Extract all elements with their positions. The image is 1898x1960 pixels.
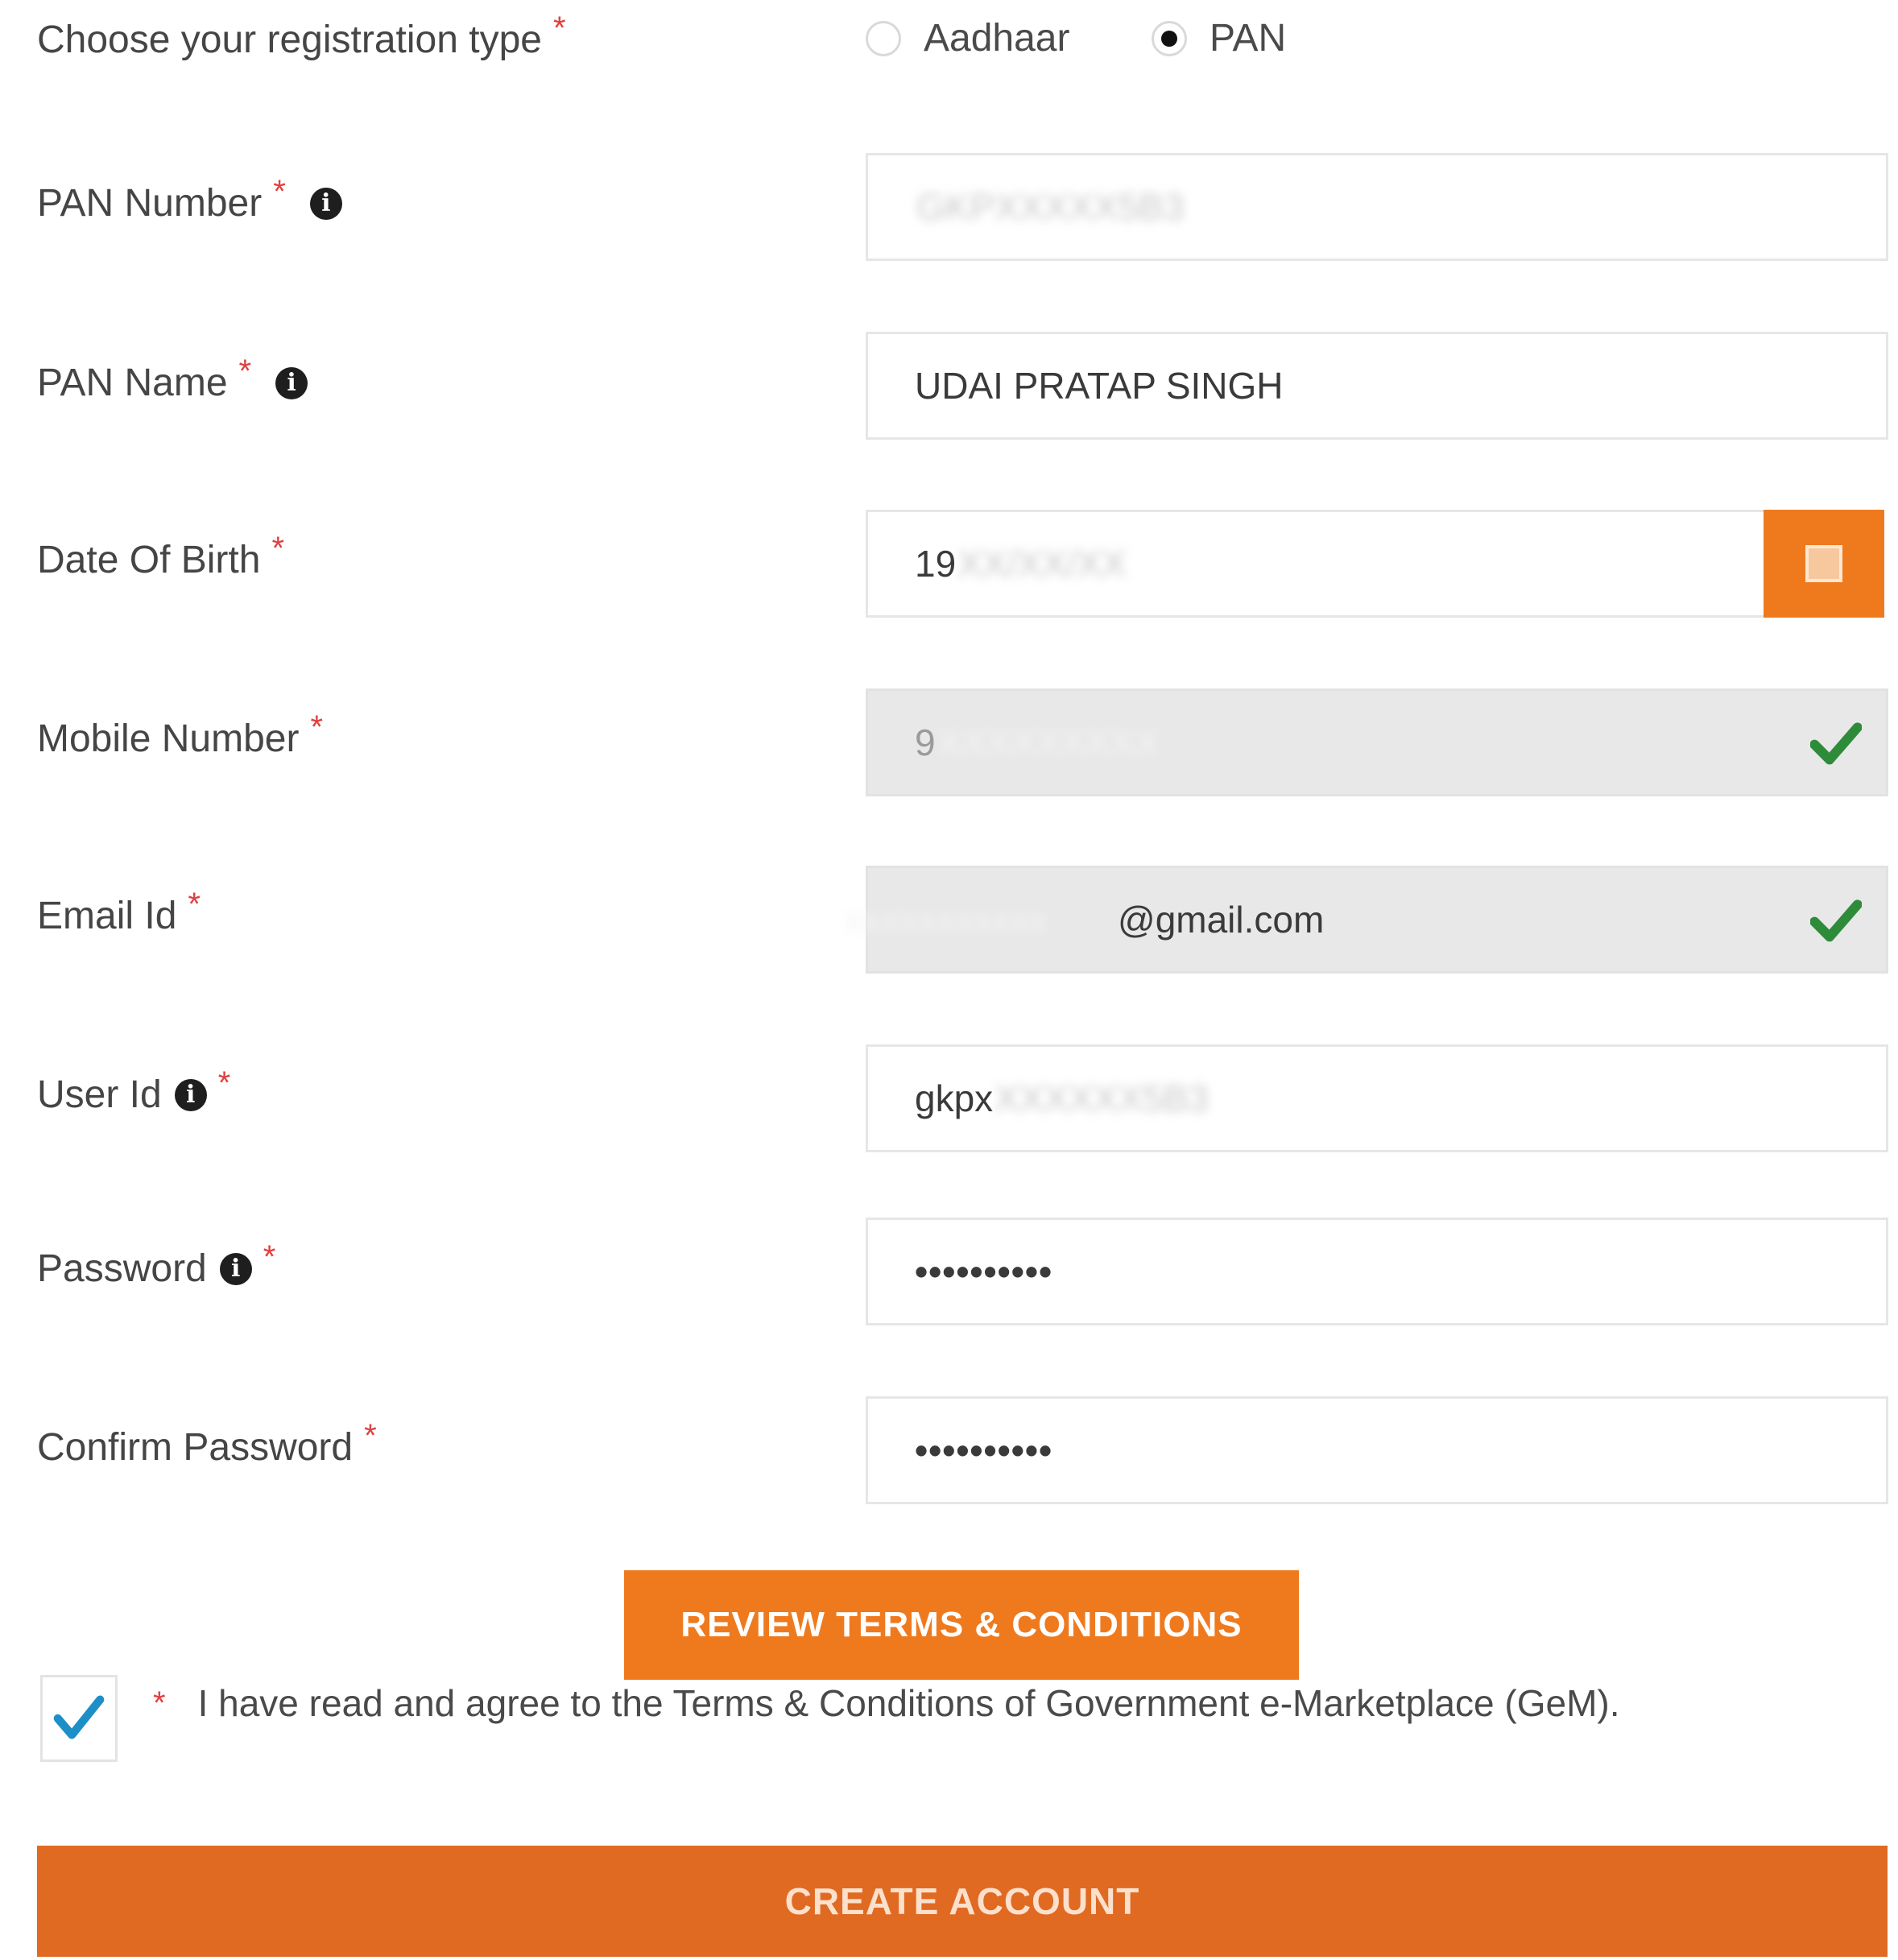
required-mark: * xyxy=(263,1239,276,1275)
user-id-label: User Id i * xyxy=(37,1065,230,1117)
confirm-password-field[interactable]: •••••••••• xyxy=(866,1396,1888,1504)
confirm-password-value: •••••••••• xyxy=(915,1429,1053,1471)
user-id-label-text: User Id xyxy=(37,1073,162,1116)
info-icon[interactable]: i xyxy=(275,366,308,399)
create-account-button[interactable]: CREATE ACCOUNT xyxy=(37,1846,1888,1957)
pan-number-masked: GKPXXXXX5B3 xyxy=(916,186,1185,228)
user-id-field[interactable]: gkpx XXXXXX5B3 xyxy=(866,1044,1888,1152)
radio-aadhaar-label: Aadhaar xyxy=(924,17,1070,60)
registration-type-label-text: Choose your registration type xyxy=(37,19,542,61)
user-id-value: gkpx xyxy=(915,1077,994,1119)
password-field[interactable]: •••••••••• xyxy=(866,1218,1888,1325)
required-mark: * xyxy=(273,174,286,209)
email-label: Email Id * xyxy=(37,887,201,938)
check-icon xyxy=(1810,899,1862,942)
email-field[interactable]: xxxxxxxxxxx @gmail.com xyxy=(844,866,1888,974)
agree-text-label: I have read and agree to the Terms & Con… xyxy=(197,1682,1620,1724)
radio-pan-circle[interactable] xyxy=(1152,20,1187,56)
radio-aadhaar[interactable]: Aadhaar xyxy=(866,16,1069,60)
pan-number-field[interactable]: GKPXXXXX5B3 xyxy=(866,153,1888,261)
mobile-label-text: Mobile Number xyxy=(37,717,300,760)
check-icon xyxy=(1810,722,1862,765)
mobile-masked: XXXXXXXXX xyxy=(937,722,1160,763)
email-masked: xxxxxxxxxxx xyxy=(844,899,1048,941)
password-label-text: Password xyxy=(37,1247,207,1290)
required-mark: * xyxy=(271,531,285,566)
pan-number-label-text: PAN Number xyxy=(37,182,263,225)
mobile-value: 9 xyxy=(915,722,936,763)
password-label: Password i * xyxy=(37,1239,275,1291)
check-icon xyxy=(53,1695,105,1739)
mobile-label: Mobile Number * xyxy=(37,709,323,761)
required-mark: * xyxy=(310,709,324,745)
agree-checkbox[interactable] xyxy=(40,1675,118,1762)
required-mark: * xyxy=(217,1065,231,1101)
radio-selected-dot xyxy=(1161,30,1177,47)
required-mark: * xyxy=(553,10,566,46)
required-mark: * xyxy=(238,354,252,389)
info-icon[interactable]: i xyxy=(309,187,342,220)
required-mark: * xyxy=(153,1685,166,1721)
required-mark: * xyxy=(364,1418,377,1453)
confirm-password-label: Confirm Password * xyxy=(37,1418,377,1470)
dob-label-text: Date Of Birth xyxy=(37,539,261,581)
email-value: @gmail.com xyxy=(1118,899,1325,941)
calendar-button[interactable] xyxy=(1764,510,1884,618)
radio-aadhaar-circle[interactable] xyxy=(866,20,901,56)
agree-text: * I have read and agree to the Terms & C… xyxy=(153,1681,1619,1725)
info-icon[interactable]: i xyxy=(174,1078,207,1111)
dob-masked: XX/XX/XX xyxy=(957,543,1127,585)
pan-name-label: PAN Name * i xyxy=(37,354,308,405)
pan-number-label: PAN Number * i xyxy=(37,174,342,225)
user-id-masked: XXXXXX5B3 xyxy=(994,1077,1210,1119)
pan-name-label-text: PAN Name xyxy=(37,362,228,404)
dob-value: 19 xyxy=(915,543,957,585)
dob-field[interactable]: 19 XX/XX/XX xyxy=(866,510,1766,618)
calendar-icon xyxy=(1805,545,1842,582)
radio-pan-label: PAN xyxy=(1210,17,1287,60)
review-terms-button[interactable]: REVIEW TERMS & CONDITIONS xyxy=(624,1570,1299,1680)
required-mark: * xyxy=(188,887,201,922)
mobile-field[interactable]: 9 XXXXXXXXX xyxy=(866,688,1888,796)
registration-type-label: Choose your registration type * xyxy=(37,10,566,62)
pan-name-field[interactable]: UDAI PRATAP SINGH xyxy=(866,332,1888,440)
email-label-text: Email Id xyxy=(37,895,177,937)
info-icon[interactable]: i xyxy=(219,1252,252,1285)
radio-pan[interactable]: PAN xyxy=(1152,16,1286,60)
pan-name-value: UDAI PRATAP SINGH xyxy=(915,365,1284,407)
confirm-password-label-text: Confirm Password xyxy=(37,1426,354,1469)
password-value: •••••••••• xyxy=(915,1251,1053,1292)
dob-label: Date Of Birth * xyxy=(37,531,284,582)
